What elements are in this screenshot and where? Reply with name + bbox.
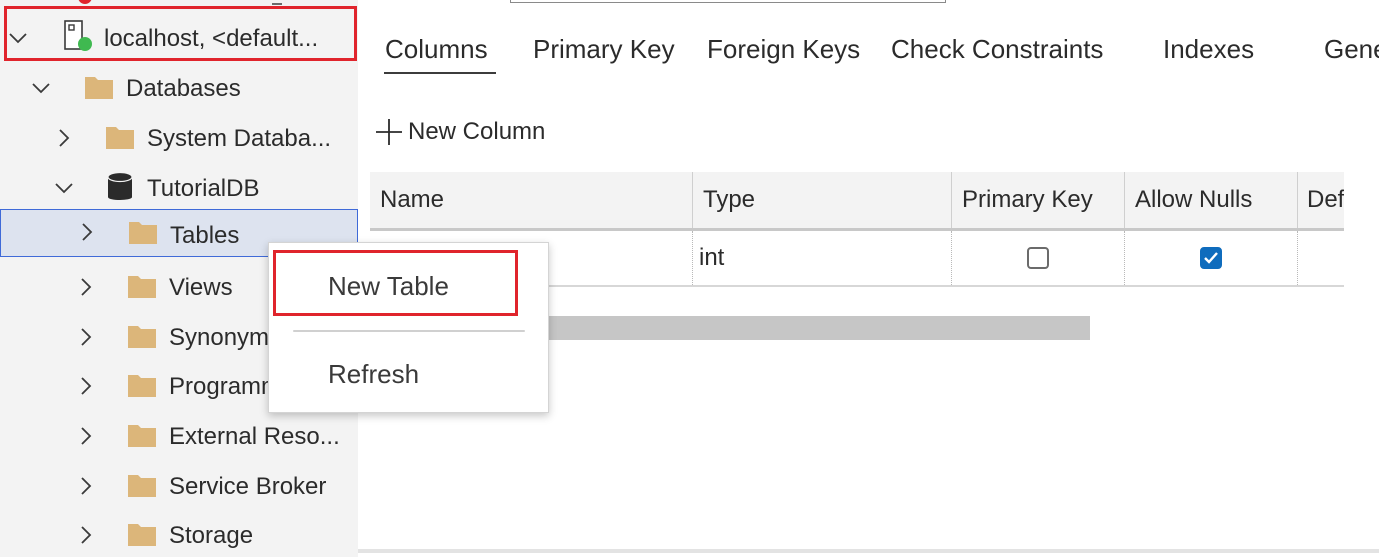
- tree-item-label: Databases: [126, 75, 241, 102]
- column-header-primary-key[interactable]: Primary Key: [952, 172, 1125, 228]
- column-header-default-value[interactable]: Default Value: [1298, 172, 1344, 228]
- tree-item-service-broker[interactable]: Service Broker: [0, 462, 358, 510]
- tree-item-storage[interactable]: Storage: [0, 511, 358, 557]
- active-tab-indicator: [384, 72, 496, 74]
- tab-check-constraints[interactable]: Check Constraints: [891, 34, 1103, 64]
- folder-icon: [129, 222, 157, 244]
- column-header-allow-nulls[interactable]: Allow Nulls: [1125, 172, 1298, 228]
- chevron-right-icon[interactable]: [76, 426, 96, 446]
- new-column-button[interactable]: New Column: [374, 116, 545, 148]
- cell-default-value[interactable]: [1298, 231, 1344, 285]
- tree-item-label: Views: [169, 274, 233, 301]
- horizontal-scrollbar-thumb[interactable]: [540, 316, 1090, 340]
- table-name-input-edge[interactable]: [510, 0, 946, 3]
- tree-item-label: External Reso...: [169, 423, 340, 450]
- folder-icon: [128, 475, 156, 497]
- chevron-right-icon[interactable]: [76, 277, 96, 297]
- folder-icon: [85, 77, 113, 99]
- tab-columns[interactable]: Columns: [385, 34, 488, 64]
- column-header-name[interactable]: Name: [370, 172, 693, 228]
- tree-item-databases[interactable]: Databases: [0, 64, 358, 112]
- tree-item-label: Storage: [169, 522, 254, 549]
- chevron-right-icon[interactable]: [76, 476, 96, 496]
- connection-highlight-box: [4, 6, 357, 61]
- grid-header: Name Type Primary Key Allow Nulls Defaul…: [370, 172, 1344, 228]
- panel-bottom-border: [358, 549, 1379, 553]
- menu-separator: [293, 330, 525, 332]
- chevron-down-icon[interactable]: [31, 78, 51, 98]
- tree-item-label: Tables: [170, 222, 240, 249]
- tree-item-label: Synonyms: [169, 324, 282, 351]
- cell-primary-key: [952, 231, 1125, 285]
- tab-primary-key[interactable]: Primary Key: [533, 34, 675, 64]
- folder-icon: [128, 326, 156, 348]
- cell-type[interactable]: int: [693, 231, 952, 285]
- folder-icon: [128, 524, 156, 546]
- chevron-right-icon[interactable]: [54, 128, 74, 148]
- folder-icon: [128, 276, 156, 298]
- chevron-right-icon[interactable]: [76, 525, 96, 545]
- column-header-type[interactable]: Type: [693, 172, 952, 228]
- folder-icon: [106, 127, 134, 149]
- tab-general[interactable]: General: [1324, 34, 1379, 64]
- chevron-right-icon[interactable]: [77, 222, 97, 242]
- tab-foreign-keys[interactable]: Foreign Keys: [707, 34, 860, 64]
- tree-item-label: System Databa...: [147, 125, 332, 152]
- folder-icon: [128, 425, 156, 447]
- checkmark-icon: [1204, 252, 1218, 264]
- tree-item-system-databases[interactable]: System Databa...: [0, 114, 358, 162]
- new-column-label: New Column: [408, 118, 546, 145]
- folder-icon: [128, 375, 156, 397]
- database-icon: [107, 171, 133, 200]
- chevron-right-icon[interactable]: [76, 327, 96, 347]
- tree-item-label: TutorialDB: [147, 175, 260, 202]
- top-cutoff-item-edge: [272, 0, 282, 5]
- cell-type-value: int: [699, 244, 725, 271]
- cell-allow-nulls: [1125, 231, 1298, 285]
- chevron-down-icon[interactable]: [54, 178, 74, 198]
- new-table-highlight-box: [273, 250, 518, 316]
- tree-item-label: Service Broker: [169, 473, 327, 500]
- chevron-right-icon[interactable]: [76, 376, 96, 396]
- allow-nulls-checkbox[interactable]: [1200, 247, 1222, 269]
- plus-icon: [376, 119, 402, 145]
- tree-item-tutorialdb[interactable]: TutorialDB: [0, 164, 358, 212]
- tree-item-external-resources[interactable]: External Reso...: [0, 412, 358, 460]
- tab-indexes[interactable]: Indexes: [1163, 34, 1254, 64]
- menu-item-refresh[interactable]: Refresh: [328, 359, 419, 390]
- primary-key-checkbox[interactable]: [1027, 247, 1049, 269]
- top-cutoff-item: [78, 0, 92, 4]
